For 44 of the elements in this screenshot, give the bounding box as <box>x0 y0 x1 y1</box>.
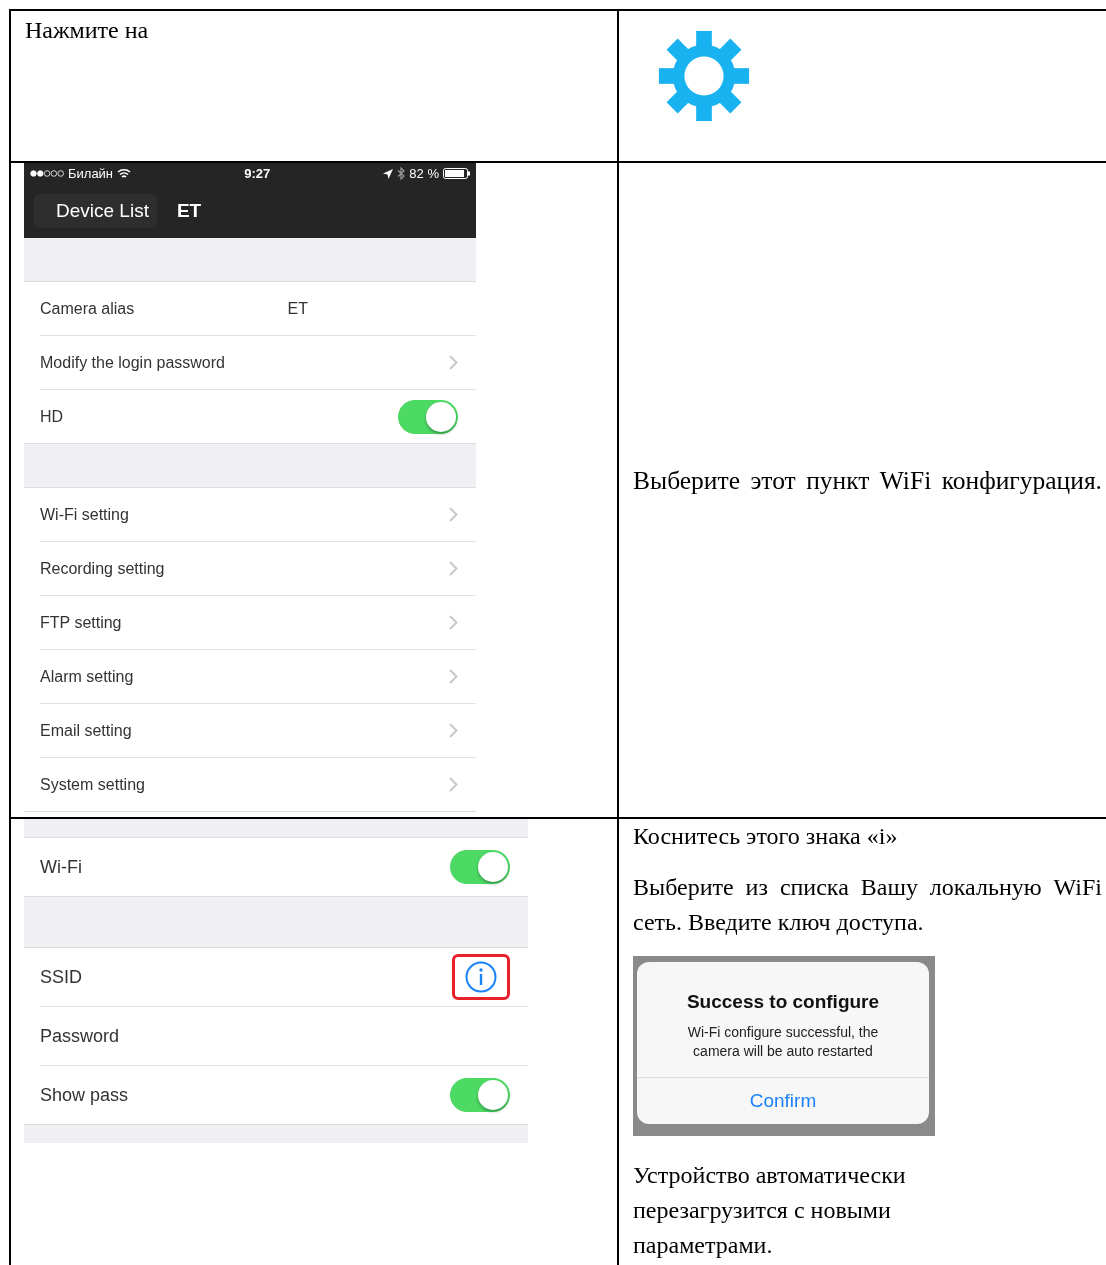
chevron-icon <box>449 507 458 522</box>
toggle-switch[interactable] <box>398 399 458 434</box>
alias-value: ET <box>287 299 308 318</box>
signal-icon <box>30 170 64 177</box>
carrier-name: Билайн <box>68 166 114 181</box>
screen-title: ET <box>176 200 202 222</box>
instruction-text: Нажмите на <box>25 16 150 45</box>
setting-label[interactable]: Email setting <box>40 721 449 740</box>
info-button[interactable] <box>452 954 510 1000</box>
dialog-title: Success to configure <box>685 990 881 1014</box>
chevron-icon <box>449 615 458 630</box>
toggle-switch[interactable] <box>450 1078 510 1112</box>
instruction-text: Выберите этот пункт WiFi конфигурация. <box>633 465 1102 497</box>
setting-label: Password <box>40 1025 121 1047</box>
dialog-message: Wi-Fi configure successful, the camera will be auto restarted <box>686 1023 880 1061</box>
battery-percent: 82 % <box>409 166 439 181</box>
setting-label[interactable]: System setting <box>40 775 449 794</box>
status-time: 9:27 <box>244 166 271 181</box>
setting-label: SSID <box>40 966 83 988</box>
battery-icon <box>443 168 470 179</box>
setting-label[interactable]: Alarm setting <box>40 667 449 686</box>
chevron-icon <box>449 669 458 684</box>
instruction-text: Коснитесь этого знака «i» <box>633 822 899 851</box>
instruction-text: Выберите из списка Вашу локальную WiFi сеть. Введите ключ доступа. <box>633 873 1102 937</box>
info-icon <box>465 961 497 993</box>
setting-label: Wi-Fi <box>40 856 83 878</box>
setting-label[interactable]: Modify the login password <box>40 353 449 372</box>
chevron-icon <box>449 561 458 576</box>
setting-label: Show pass <box>40 1084 130 1106</box>
bluetooth-icon <box>397 167 406 180</box>
setting-label: Camera alias <box>40 299 136 318</box>
instruction-text: Устройство автоматически перезагрузится с новыми параметрами. <box>633 1161 907 1260</box>
chevron-icon <box>449 723 458 738</box>
toggle-switch[interactable] <box>450 850 510 884</box>
back-button[interactable]: Device List <box>34 194 157 228</box>
chevron-icon <box>449 355 458 370</box>
setting-label: HD <box>40 407 65 426</box>
setting-label[interactable]: Wi-Fi setting <box>40 505 449 524</box>
wifi-icon <box>117 168 132 179</box>
setting-label[interactable]: FTP setting <box>40 613 449 632</box>
setting-label[interactable]: Recording setting <box>40 559 449 578</box>
location-icon <box>383 168 394 179</box>
confirm-button[interactable]: Confirm <box>637 1077 929 1124</box>
chevron-icon <box>449 777 458 792</box>
